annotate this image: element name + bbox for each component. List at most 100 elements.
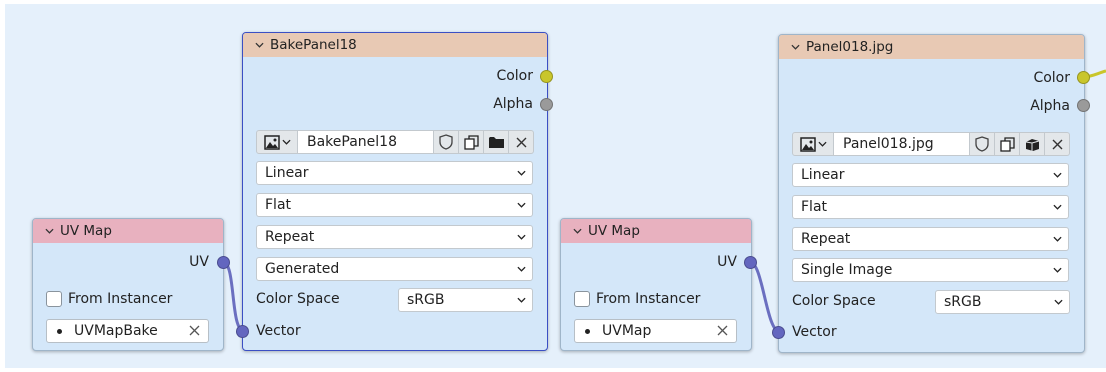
image-texture-node[interactable]: BakePanel18 Color Alpha BakePanel18 Line… (242, 32, 548, 351)
from-instancer-toggle[interactable]: From Instancer (46, 291, 172, 307)
image-browse-button[interactable] (792, 132, 834, 156)
copy-icon (999, 136, 1015, 152)
node-header[interactable]: UV Map (33, 219, 223, 243)
color-space-label: Color Space (256, 291, 340, 307)
chevron-down-icon (517, 297, 526, 303)
color-output-socket[interactable] (1077, 71, 1090, 84)
chevron-down-icon[interactable] (255, 42, 264, 48)
folder-icon (488, 137, 504, 148)
chevron-down-icon[interactable] (791, 44, 800, 50)
bullet-icon (585, 328, 590, 334)
from-instancer-checkbox[interactable] (46, 291, 62, 307)
pack-icon (1025, 138, 1039, 151)
chevron-down-icon (1053, 236, 1062, 242)
close-icon[interactable] (717, 325, 728, 336)
chevron-down-icon (517, 234, 526, 240)
output-color-label: Color (496, 68, 533, 84)
projection-dropdown[interactable]: Flat (256, 193, 533, 217)
chevron-down-icon (1053, 172, 1062, 178)
source-dropdown[interactable]: Generated (256, 257, 533, 281)
image-selector[interactable]: Panel018.jpg (792, 132, 1070, 156)
alpha-output-socket[interactable] (1077, 99, 1090, 112)
interpolation-value: Linear (801, 167, 845, 183)
image-name-field[interactable]: BakePanel18 (298, 130, 434, 154)
extension-dropdown[interactable]: Repeat (256, 225, 533, 249)
chevron-down-icon (1053, 204, 1062, 210)
projection-dropdown[interactable]: Flat (792, 195, 1069, 219)
node-title: UV Map (588, 223, 640, 239)
uv-map-value: UVMap (602, 323, 652, 339)
color-space-value: sRGB (407, 292, 445, 308)
output-uv-label: UV (717, 254, 737, 270)
source-value: Single Image (801, 262, 893, 278)
output-alpha-label: Alpha (493, 96, 533, 112)
from-instancer-label: From Instancer (596, 291, 701, 307)
projection-value: Flat (265, 197, 292, 213)
fake-user-button[interactable] (434, 130, 459, 154)
color-space-dropdown[interactable]: sRGB (935, 290, 1070, 314)
close-icon (516, 137, 526, 147)
projection-value: Flat (801, 199, 828, 215)
output-color-label: Color (1033, 70, 1070, 86)
interpolation-dropdown[interactable]: Linear (792, 163, 1069, 187)
bullet-icon (57, 328, 62, 334)
chevron-down-icon (1054, 299, 1063, 305)
chevron-down-icon (1053, 267, 1062, 273)
interpolation-value: Linear (265, 165, 309, 181)
input-vector-label: Vector (792, 324, 837, 340)
image-icon (263, 134, 280, 150)
image-icon (799, 136, 816, 152)
unlink-image-button[interactable] (1045, 132, 1070, 156)
chevron-down-icon (517, 170, 526, 176)
source-dropdown[interactable]: Single Image (792, 258, 1069, 282)
copy-icon (463, 134, 479, 150)
close-icon (1052, 139, 1062, 149)
color-space-value: sRGB (944, 294, 982, 310)
chevron-down-icon (517, 266, 526, 272)
extension-dropdown[interactable]: Repeat (792, 227, 1069, 251)
uv-map-node[interactable]: UV Map UV From Instancer UVMapBake (32, 218, 224, 351)
shield-icon (975, 136, 989, 152)
image-texture-node[interactable]: Panel018.jpg Color Alpha Panel018.jpg Li… (778, 34, 1085, 353)
pack-button[interactable] (1020, 132, 1045, 156)
duplicate-button[interactable] (459, 130, 484, 154)
uv-map-field[interactable]: UVMap (574, 319, 737, 343)
node-header[interactable]: Panel018.jpg (779, 35, 1084, 59)
input-vector-label: Vector (256, 323, 301, 339)
chevron-down-icon (281, 139, 291, 145)
chevron-down-icon[interactable] (45, 228, 54, 234)
vector-input-socket[interactable] (236, 325, 249, 338)
image-browse-button[interactable] (256, 130, 298, 154)
chevron-down-icon (817, 141, 827, 147)
open-file-button[interactable] (484, 130, 509, 154)
duplicate-button[interactable] (995, 132, 1020, 156)
from-instancer-checkbox[interactable] (574, 291, 590, 307)
extension-value: Repeat (265, 229, 315, 245)
chevron-down-icon[interactable] (573, 228, 582, 234)
uv-map-value: UVMapBake (74, 323, 158, 339)
color-output-socket[interactable] (540, 70, 553, 83)
node-header[interactable]: BakePanel18 (243, 33, 547, 57)
alpha-output-socket[interactable] (540, 98, 553, 111)
uv-output-socket[interactable] (744, 256, 757, 269)
node-title: Panel018.jpg (806, 39, 894, 55)
uv-output-socket[interactable] (217, 256, 230, 269)
uv-map-field[interactable]: UVMapBake (46, 319, 209, 343)
interpolation-dropdown[interactable]: Linear (256, 161, 533, 185)
color-space-label: Color Space (792, 293, 876, 309)
uv-map-node[interactable]: UV Map UV From Instancer UVMap (560, 218, 752, 351)
image-selector[interactable]: BakePanel18 (256, 130, 534, 154)
from-instancer-toggle[interactable]: From Instancer (574, 291, 700, 307)
output-uv-label: UV (189, 254, 209, 270)
image-name-field[interactable]: Panel018.jpg (834, 132, 970, 156)
color-space-dropdown[interactable]: sRGB (398, 288, 533, 312)
close-icon[interactable] (189, 325, 200, 336)
extension-value: Repeat (801, 231, 851, 247)
node-title: BakePanel18 (270, 37, 357, 53)
output-alpha-label: Alpha (1030, 98, 1070, 114)
vector-input-socket[interactable] (772, 326, 785, 339)
node-header[interactable]: UV Map (561, 219, 751, 243)
fake-user-button[interactable] (970, 132, 995, 156)
from-instancer-label: From Instancer (68, 291, 173, 307)
unlink-image-button[interactable] (509, 130, 534, 154)
